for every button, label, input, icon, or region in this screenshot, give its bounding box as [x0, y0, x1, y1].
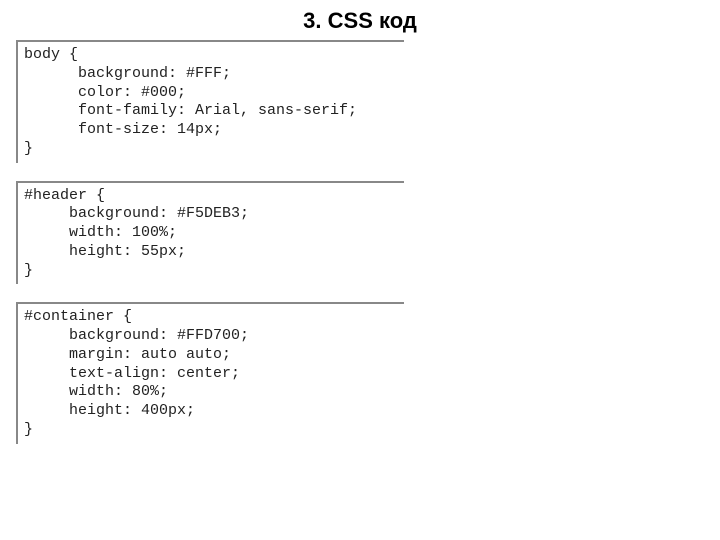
page-title: 3. CSS код [0, 0, 720, 40]
code-block-header: #header { background: #F5DEB3; width: 10… [16, 181, 404, 285]
code-block-body: body { background: #FFF; color: #000; fo… [16, 40, 404, 163]
code-block-container: #container { background: #FFD700; margin… [16, 302, 404, 443]
